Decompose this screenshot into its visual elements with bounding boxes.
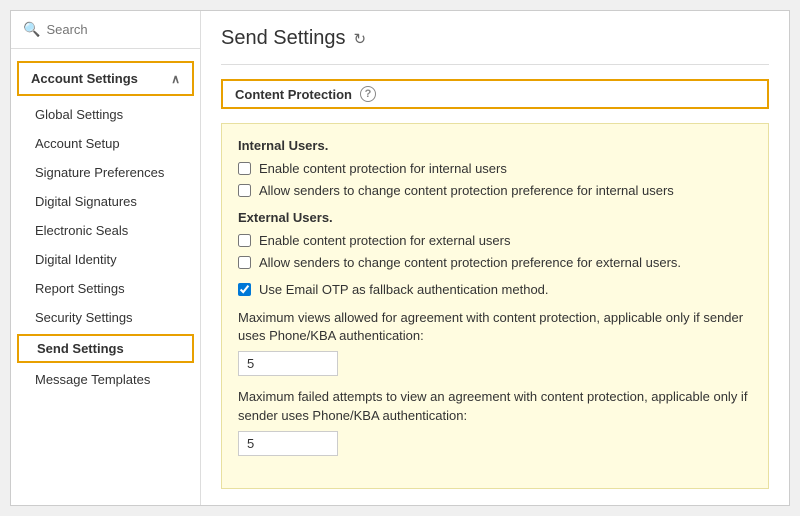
refresh-icon[interactable]: ↻ bbox=[354, 30, 367, 48]
internal-checkbox-1-row: Enable content protection for internal u… bbox=[238, 161, 752, 176]
content-protection-tab-label: Content Protection bbox=[235, 87, 352, 102]
sidebar: 🔍 Account Settings ∧ Global Settings Acc… bbox=[11, 11, 201, 505]
max-failed-input[interactable] bbox=[238, 431, 338, 456]
sidebar-item-digital-signatures[interactable]: Digital Signatures bbox=[11, 187, 200, 216]
otp-checkbox-label: Use Email OTP as fallback authentication… bbox=[259, 282, 549, 297]
help-icon[interactable]: ? bbox=[360, 86, 376, 102]
account-settings-label: Account Settings bbox=[31, 71, 138, 86]
external-checkbox-2[interactable] bbox=[238, 256, 251, 269]
search-input[interactable] bbox=[46, 22, 188, 37]
page-title: Send Settings bbox=[221, 27, 346, 50]
sidebar-item-electronic-seals[interactable]: Electronic Seals bbox=[11, 216, 200, 245]
max-failed-description: Maximum failed attempts to view an agree… bbox=[238, 388, 752, 424]
sidebar-item-signature-preferences[interactable]: Signature Preferences bbox=[11, 158, 200, 187]
internal-checkbox-2-label: Allow senders to change content protecti… bbox=[259, 183, 674, 198]
internal-checkbox-2[interactable] bbox=[238, 184, 251, 197]
otp-checkbox[interactable] bbox=[238, 283, 251, 296]
content-protection-tab[interactable]: Content Protection ? bbox=[221, 79, 769, 109]
external-checkbox-2-label: Allow senders to change content protecti… bbox=[259, 255, 681, 270]
external-checkbox-1-label: Enable content protection for external u… bbox=[259, 233, 510, 248]
search-icon: 🔍 bbox=[23, 21, 40, 38]
nav-section-account-settings: Account Settings ∧ Global Settings Accou… bbox=[11, 49, 200, 402]
sidebar-item-report-settings[interactable]: Report Settings bbox=[11, 274, 200, 303]
sidebar-item-global-settings[interactable]: Global Settings bbox=[11, 100, 200, 129]
internal-checkbox-1[interactable] bbox=[238, 162, 251, 175]
nav-items-list: Global Settings Account Setup Signature … bbox=[11, 100, 200, 394]
chevron-up-icon: ∧ bbox=[171, 72, 180, 86]
title-divider bbox=[221, 64, 769, 65]
sidebar-item-message-templates[interactable]: Message Templates bbox=[11, 365, 200, 394]
sidebar-item-security-settings[interactable]: Security Settings bbox=[11, 303, 200, 332]
external-checkbox-1-row: Enable content protection for external u… bbox=[238, 233, 752, 248]
main-content: Send Settings ↻ Content Protection ? Int… bbox=[201, 11, 789, 505]
sidebar-item-send-settings[interactable]: Send Settings bbox=[17, 334, 194, 363]
external-checkbox-2-row: Allow senders to change content protecti… bbox=[238, 255, 752, 270]
content-protection-panel: Internal Users. Enable content protectio… bbox=[221, 123, 769, 489]
internal-checkbox-2-row: Allow senders to change content protecti… bbox=[238, 183, 752, 198]
page-title-area: Send Settings ↻ bbox=[221, 27, 769, 50]
sidebar-item-digital-identity[interactable]: Digital Identity bbox=[11, 245, 200, 274]
internal-checkbox-1-label: Enable content protection for internal u… bbox=[259, 161, 507, 176]
otp-checkbox-row: Use Email OTP as fallback authentication… bbox=[238, 282, 752, 297]
external-checkbox-1[interactable] bbox=[238, 234, 251, 247]
max-views-description: Maximum views allowed for agreement with… bbox=[238, 309, 752, 345]
account-settings-header[interactable]: Account Settings ∧ bbox=[17, 61, 194, 96]
sidebar-item-account-setup[interactable]: Account Setup bbox=[11, 129, 200, 158]
internal-users-title: Internal Users. bbox=[238, 138, 752, 153]
max-views-input[interactable] bbox=[238, 351, 338, 376]
search-box: 🔍 bbox=[11, 11, 200, 49]
external-users-title: External Users. bbox=[238, 210, 752, 225]
